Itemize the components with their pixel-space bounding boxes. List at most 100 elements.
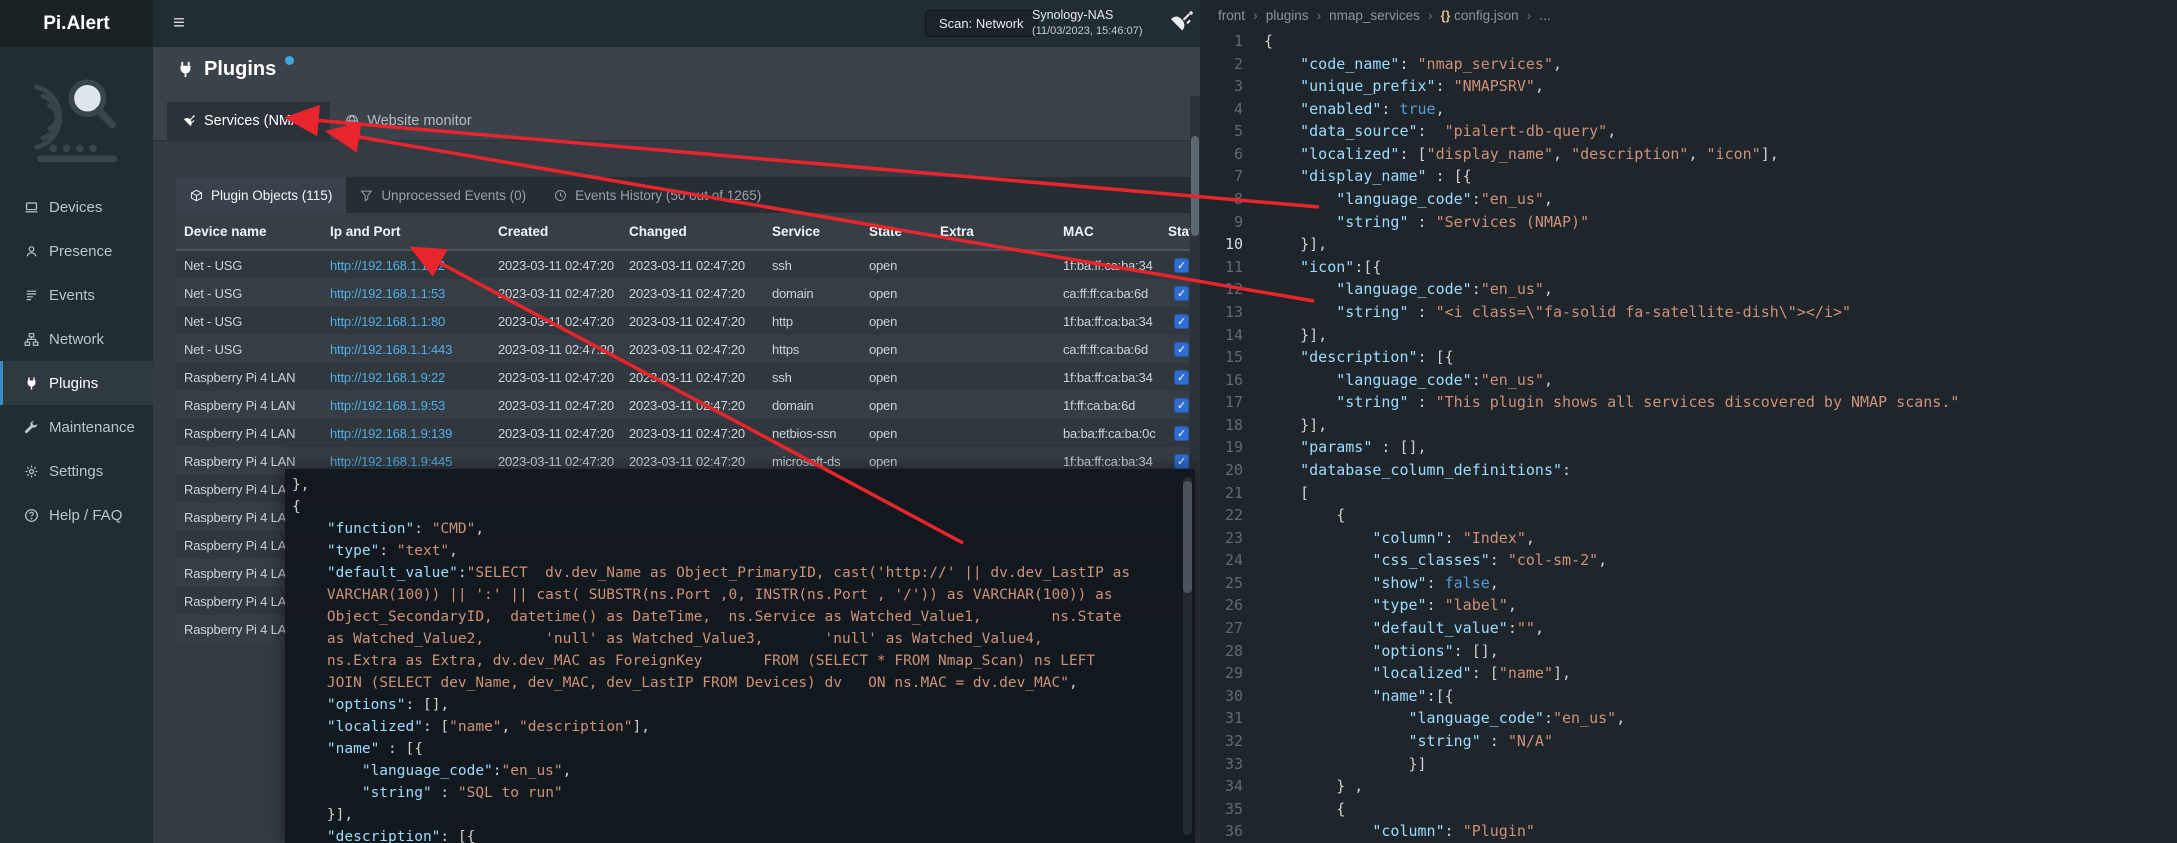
line-number: 16 <box>1200 369 1264 392</box>
cell-state: open <box>861 454 932 469</box>
table-row[interactable]: Raspberry Pi 4 LANhttp://192.168.1.9:532… <box>176 391 1200 419</box>
cell-created: 2023-03-11 02:47:20 <box>490 286 621 301</box>
code-line: 1{ <box>1200 30 2177 53</box>
line-number: 8 <box>1200 188 1264 211</box>
code-line: 31 "language_code":"en_us", <box>1200 707 2177 730</box>
table-row[interactable]: Net - USGhttp://192.168.1.1:532023-03-11… <box>176 279 1200 307</box>
brand-logo[interactable]: Pi.Alert <box>0 0 153 47</box>
cell-created: 2023-03-11 02:47:20 <box>490 370 621 385</box>
object-tabs: Plugin Objects (115)Unprocessed Events (… <box>176 177 1200 213</box>
table-row[interactable]: Net - USGhttp://192.168.1.1:4432023-03-1… <box>176 335 1200 363</box>
code-editor: front›plugins›nmap_services›{} config.js… <box>1200 0 2177 843</box>
column-header-service[interactable]: Service <box>764 224 861 239</box>
sidebar-item-presence[interactable]: Presence <box>0 229 153 273</box>
column-header-device-name[interactable]: Device name <box>176 224 322 239</box>
status-checkbox[interactable]: ✓ <box>1174 426 1189 441</box>
status-checkbox[interactable]: ✓ <box>1174 314 1189 329</box>
cell-ip-link[interactable]: http://192.168.1.9:445 <box>322 454 490 469</box>
sidebar-item-help-faq[interactable]: Help / FAQ <box>0 493 153 537</box>
tab-plugin-objects-115[interactable]: Plugin Objects (115) <box>176 177 346 213</box>
status-checkbox[interactable]: ✓ <box>1174 342 1189 357</box>
breadcrumb-item-more[interactable]: ... <box>1539 8 1550 23</box>
overlay-scrollbar[interactable] <box>1183 477 1192 835</box>
cell-device-name: Raspberry Pi 4 LAN <box>176 454 322 469</box>
table-row[interactable]: Raspberry Pi 4 LANhttp://192.168.1.9:222… <box>176 363 1200 391</box>
sidebar-item-events[interactable]: Events <box>0 273 153 317</box>
overlay-code-line: "string" : "SQL to run" <box>292 782 1169 804</box>
cell-ip-link[interactable]: http://192.168.1.1:53 <box>322 286 490 301</box>
sidebar-item-label: Devices <box>49 199 102 216</box>
column-header-created[interactable]: Created <box>490 224 621 239</box>
title-info-badge[interactable] <box>285 56 294 65</box>
satellite-dish-icon <box>182 114 196 128</box>
overlay-code-line: "type": "text", <box>292 540 1169 562</box>
hamburger-menu-icon[interactable]: ≡ <box>158 0 200 47</box>
cell-ip-link[interactable]: http://192.168.1.9:53 <box>322 398 490 413</box>
status-checkbox[interactable]: ✓ <box>1174 454 1189 469</box>
column-header-mac[interactable]: MAC <box>1055 224 1166 239</box>
tab-label: Services (NMAP) <box>204 113 315 129</box>
page-title: Plugins <box>176 58 294 81</box>
cell-ip-link[interactable]: http://192.168.1.1:80 <box>322 314 490 329</box>
status-checkbox[interactable]: ✓ <box>1174 258 1189 273</box>
status-checkbox[interactable]: ✓ <box>1174 398 1189 413</box>
table-row[interactable]: Raspberry Pi 4 LANhttp://192.168.1.9:139… <box>176 419 1200 447</box>
cell-service: domain <box>764 398 861 413</box>
code-line: 16 "language_code":"en_us", <box>1200 369 2177 392</box>
cell-ip-link[interactable]: http://192.168.1.1:443 <box>322 342 490 357</box>
tab-events-history-50-out-of-1265[interactable]: Events History (50 out of 1265) <box>540 177 775 213</box>
tab-website-monitor[interactable]: Website monitor <box>330 102 487 140</box>
column-header-changed[interactable]: Changed <box>621 224 764 239</box>
overlay-code-line: }, <box>292 474 1169 496</box>
status-checkbox[interactable]: ✓ <box>1174 286 1189 301</box>
sidebar-item-settings[interactable]: Settings <box>0 449 153 493</box>
header-widget-icon[interactable] <box>1166 8 1196 38</box>
column-header-extra[interactable]: Extra <box>932 224 1055 239</box>
code-line: 25 "show": false, <box>1200 572 2177 595</box>
line-number: 18 <box>1200 414 1264 437</box>
sidebar-item-maintenance[interactable]: Maintenance <box>0 405 153 449</box>
status-checkbox[interactable]: ✓ <box>1174 370 1189 385</box>
column-header-ip-and-port[interactable]: Ip and Port <box>322 224 490 239</box>
line-number: 30 <box>1200 685 1264 708</box>
sidebar-item-devices[interactable]: Devices <box>0 185 153 229</box>
json-file-icon: {} <box>1441 9 1451 23</box>
line-number: 19 <box>1200 436 1264 459</box>
breadcrumb-item-nmap-services[interactable]: nmap_services <box>1329 8 1420 23</box>
line-number: 17 <box>1200 391 1264 414</box>
cell-state: open <box>861 426 932 441</box>
line-number: 2 <box>1200 53 1264 76</box>
table-row[interactable]: Net - USGhttp://192.168.1.1:802023-03-11… <box>176 307 1200 335</box>
line-number: 14 <box>1200 324 1264 347</box>
line-number: 12 <box>1200 278 1264 301</box>
cell-device-name: Raspberry Pi 4 LAN <box>176 398 322 413</box>
cell-ip-link[interactable]: http://192.168.1.1:22 <box>322 258 490 273</box>
events-icon <box>24 288 39 303</box>
table-header-row: Device nameIp and PortCreatedChangedServ… <box>176 213 1200 251</box>
code-line: 35 { <box>1200 798 2177 821</box>
editor-surface[interactable]: 1{2 "code_name": "nmap_services",3 "uniq… <box>1200 30 2177 843</box>
tab-services-nmap[interactable]: Services (NMAP) <box>167 102 330 140</box>
cell-state: open <box>861 370 932 385</box>
code-line: 26 "type": "label", <box>1200 594 2177 617</box>
cell-ip-link[interactable]: http://192.168.1.9:22 <box>322 370 490 385</box>
breadcrumb-item-plugins[interactable]: plugins <box>1266 8 1309 23</box>
table-row[interactable]: Net - USGhttp://192.168.1.1:222023-03-11… <box>176 251 1200 279</box>
scrollbar-thumb[interactable] <box>1191 136 1199 236</box>
sidebar-item-network[interactable]: Network <box>0 317 153 361</box>
cell-ip-link[interactable]: http://192.168.1.9:139 <box>322 426 490 441</box>
line-number: 33 <box>1200 753 1264 776</box>
sidebar-item-label: Network <box>49 331 104 348</box>
cell-state: open <box>861 258 932 273</box>
breadcrumb-item-front[interactable]: front <box>1218 8 1245 23</box>
cell-created: 2023-03-11 02:47:20 <box>490 454 621 469</box>
code-line: 23 "column": "Index", <box>1200 527 2177 550</box>
column-header-state[interactable]: State <box>861 224 932 239</box>
breadcrumb-item-config-json[interactable]: {} config.json <box>1441 8 1519 23</box>
sidebar-item-plugins[interactable]: Plugins <box>0 361 153 405</box>
breadcrumb-separator: › <box>1316 7 1321 23</box>
overlay-scrollbar-thumb[interactable] <box>1183 481 1192 593</box>
line-number: 1 <box>1200 30 1264 53</box>
tab-unprocessed-events-0[interactable]: Unprocessed Events (0) <box>346 177 540 213</box>
line-number: 11 <box>1200 256 1264 279</box>
